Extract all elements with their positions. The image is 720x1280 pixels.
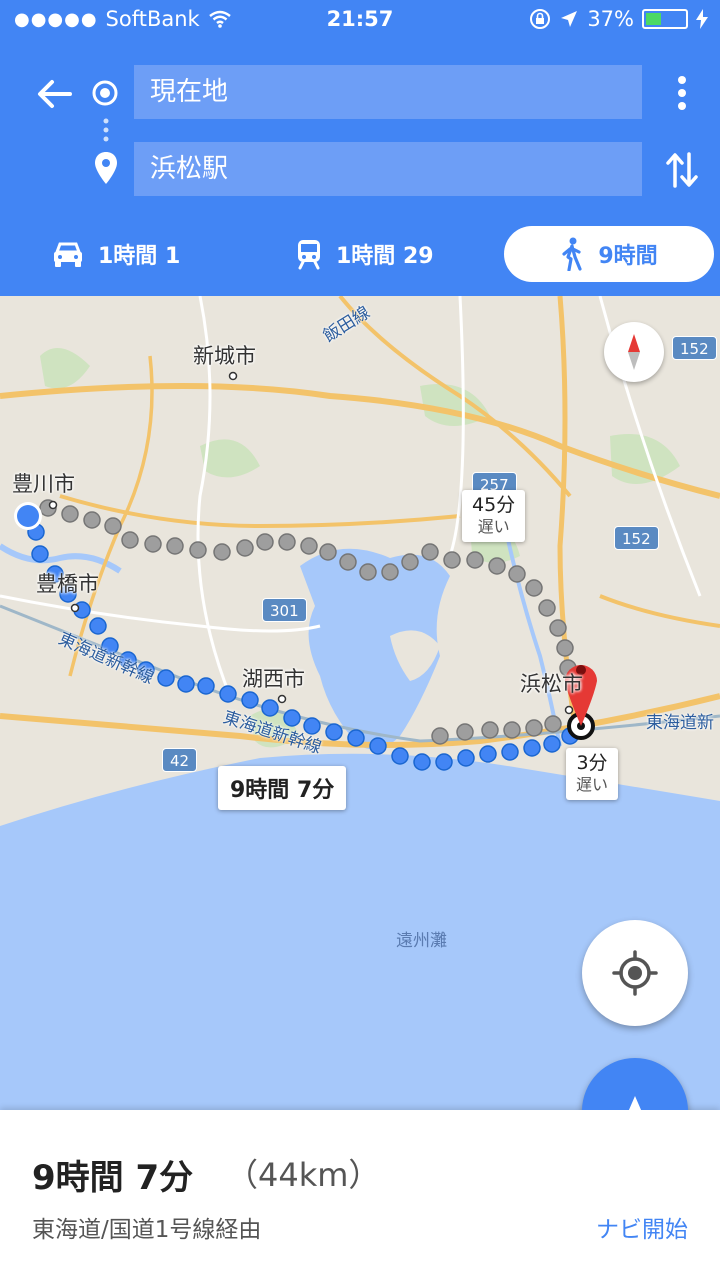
train-icon (298, 240, 320, 270)
road-shield-152-north: 152 (672, 336, 717, 360)
compass-icon (628, 334, 640, 370)
destination-input[interactable]: 浜松駅 (134, 142, 642, 196)
route-duration: 9時間 7分 (32, 1158, 194, 1198)
crosshair-icon (612, 950, 658, 996)
route-via: 東海道/国道1号線経由 (32, 1217, 262, 1243)
battery-fill (646, 13, 661, 25)
more-options-icon[interactable] (664, 70, 700, 116)
start-navigation-button[interactable]: ナビ開始 (596, 1210, 688, 1244)
route-duration-callout[interactable]: 9時間 7分 (218, 766, 347, 810)
status-bar: ●●●●● SoftBank 21:57 37% (0, 0, 720, 40)
orientation-lock-icon (530, 9, 551, 29)
tab-train[interactable]: 1時間 29 (296, 226, 434, 282)
swap-direction-icon[interactable] (662, 148, 702, 192)
alt-route-callout-3-note: 遅い (576, 775, 609, 794)
walk-icon (562, 237, 582, 271)
status-right: 37% (529, 7, 708, 31)
tab-car-label: 1時間 1 (98, 244, 181, 269)
destination-pin-icon (95, 152, 117, 184)
tab-walk-label: 9時間 (598, 244, 658, 269)
battery-percent: 37% (587, 7, 634, 31)
car-icon (54, 242, 82, 267)
navigation-arrow-icon (628, 1096, 642, 1110)
road-shield-152-south: 152 (614, 526, 659, 550)
label-enshu-nada: 遠州灘 (396, 931, 447, 951)
alt-route-callout-45-time: 45分 (472, 494, 516, 516)
origin-dot-icon (92, 80, 118, 106)
route-summary-sheet[interactable]: 9時間 7分 （44km） 東海道/国道1号線経由 ナビ開始 (0, 1110, 720, 1280)
label-kosai: 湖西市 (242, 667, 305, 691)
label-toyokawa: 豊川市 (12, 472, 75, 496)
label-shinkansen-east: 東海道新 (646, 713, 714, 733)
label-shinshiro: 新城市 (193, 344, 256, 368)
battery-icon (642, 9, 688, 29)
start-navigation-fab[interactable] (582, 1058, 688, 1110)
road-shield-42: 42 (162, 748, 198, 772)
back-arrow-icon[interactable] (30, 70, 78, 118)
map-view[interactable]: 新城市 豊川市 豊橋市 湖西市 浜松市 飯田線 東海道新幹線 東海道新幹線 東海… (0, 296, 720, 1110)
tab-car[interactable]: 1時間 1 (52, 226, 180, 282)
charging-bolt-icon (696, 9, 708, 29)
label-hamamatsu: 浜松市 (520, 672, 583, 696)
alt-route-callout-45-note: 遅い (477, 517, 510, 536)
alt-route-callout-3-time: 3分 (576, 752, 608, 774)
tab-walk[interactable]: 9時間 (504, 226, 714, 282)
directions-header: 現在地 浜松駅 1時間 1 1時間 29 9時間 (0, 40, 720, 296)
travel-mode-tabs: 1時間 1 1時間 29 9時間 (0, 226, 720, 282)
tab-train-label: 1時間 29 (336, 244, 434, 269)
origin-input[interactable]: 現在地 (134, 65, 642, 119)
location-arrow-icon (561, 11, 578, 27)
my-location-button[interactable] (582, 920, 688, 1026)
alt-route-callout-45[interactable]: 45分 遅い (462, 490, 526, 542)
road-shield-301: 301 (262, 598, 307, 622)
label-toyohashi: 豊橋市 (36, 572, 99, 596)
route-distance: （44km） (226, 1156, 381, 1194)
compass-button[interactable] (604, 322, 664, 382)
alt-route-callout-3[interactable]: 3分 遅い (566, 748, 619, 800)
route-connector-dots (103, 118, 109, 142)
